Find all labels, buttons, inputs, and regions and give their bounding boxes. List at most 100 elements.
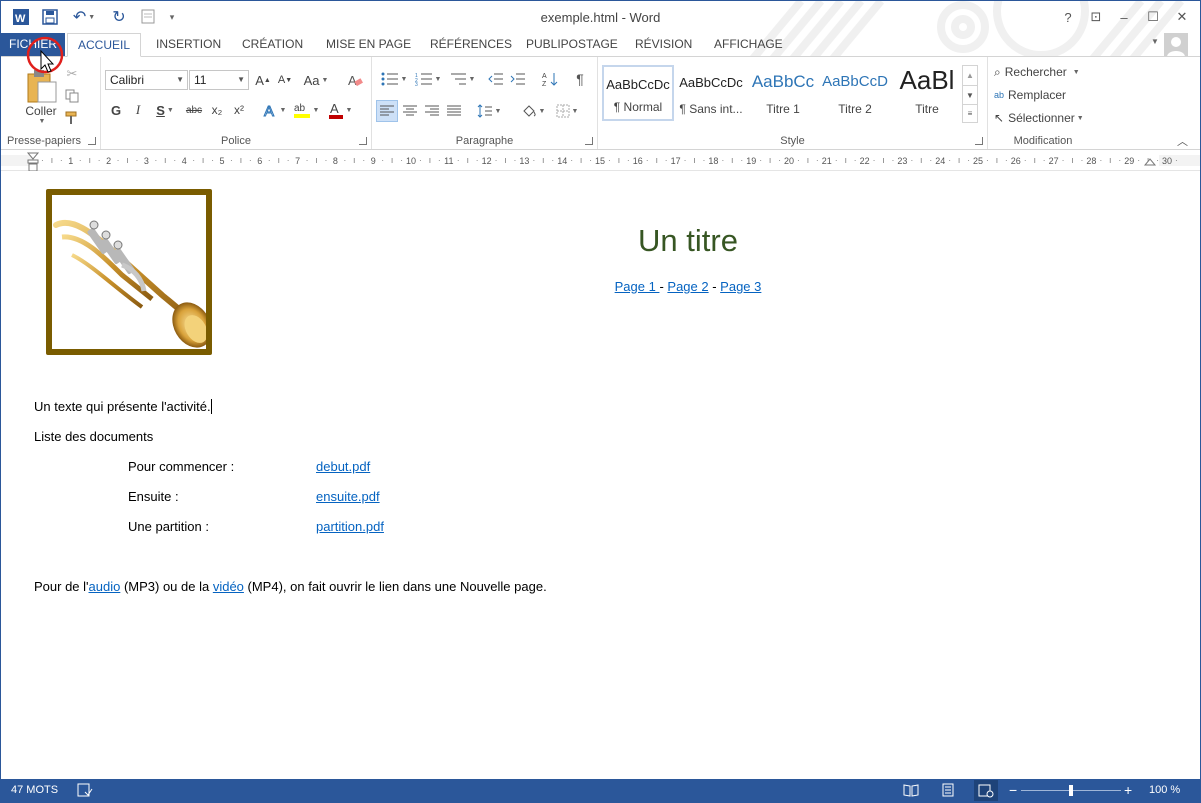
style-normal[interactable]: AaBbCcDc ¶ Normal bbox=[602, 65, 674, 121]
read-mode-icon[interactable] bbox=[903, 783, 919, 798]
decrease-indent-icon[interactable] bbox=[486, 69, 506, 89]
web-layout-button[interactable] bbox=[974, 780, 998, 801]
styles-dialog-launcher[interactable] bbox=[975, 137, 983, 145]
numbering-button[interactable]: 1 2 3 ▼ bbox=[412, 69, 444, 89]
link-page-2[interactable]: Page 2 bbox=[667, 279, 708, 294]
align-right-icon[interactable] bbox=[422, 101, 442, 121]
align-left-button[interactable] bbox=[376, 100, 398, 122]
tab-affichage[interactable]: AFFICHAGE bbox=[704, 33, 793, 57]
borders-button[interactable]: ▼ bbox=[552, 101, 582, 121]
ribbon-display-options-button[interactable]: ⊡ bbox=[1085, 7, 1107, 27]
link-page-3[interactable]: Page 3 bbox=[720, 279, 761, 294]
tab-publipostage[interactable]: PUBLIPOSTAGE bbox=[516, 33, 628, 57]
zoom-level[interactable]: 100 % bbox=[1149, 779, 1180, 802]
word-window: W ↶ ▼ ↻ ▾ exemple.html - Word ? ⊡ – ☐ ✕ F… bbox=[0, 0, 1201, 803]
font-group-label: Police bbox=[221, 135, 251, 147]
tab-references[interactable]: RÉFÉRENCES bbox=[420, 33, 522, 57]
change-case-button[interactable]: Aa ▼ bbox=[301, 70, 331, 90]
copy-icon[interactable] bbox=[63, 87, 81, 105]
font-family-select[interactable]: Calibri ▼ bbox=[105, 70, 188, 90]
zoom-out-icon[interactable]: − bbox=[1009, 779, 1017, 802]
multilevel-list-button[interactable]: ▼ bbox=[446, 69, 478, 89]
find-button[interactable]: ⌕ Rechercher ▼ bbox=[994, 62, 1080, 82]
group-styles: AaBbCcDc ¶ Normal AaBbCcDc ¶ Sans int...… bbox=[598, 57, 988, 149]
paragraph-dialog-launcher[interactable] bbox=[585, 137, 593, 145]
nav-separator: - bbox=[708, 279, 721, 294]
zoom-slider-thumb[interactable] bbox=[1069, 785, 1073, 796]
font-color-button[interactable]: A ▼ bbox=[325, 100, 355, 120]
style-titre[interactable]: AaBl Titre bbox=[891, 65, 963, 121]
paste-label: Coller bbox=[25, 103, 57, 118]
tab-accueil[interactable]: ACCUEIL bbox=[67, 33, 142, 57]
bullets-button[interactable]: ▼ bbox=[378, 69, 410, 89]
font-size-select[interactable]: 11 ▼ bbox=[189, 70, 249, 90]
horizontal-ruler[interactable]: 1 2 3 4 5 6 7 8 9 10 11 12 13 14 15 16 17 18 19 20 21 22 23 24 2… bbox=[1, 151, 1200, 171]
format-painter-icon[interactable] bbox=[63, 109, 81, 127]
styles-scroll-down-icon[interactable]: ▼ bbox=[963, 85, 977, 104]
sort-icon[interactable]: AZ bbox=[540, 69, 560, 89]
line-spacing-button[interactable]: ▼ bbox=[474, 101, 504, 121]
link-partition-pdf[interactable]: partition.pdf bbox=[316, 519, 384, 534]
style-titre-1[interactable]: AaBbCc Titre 1 bbox=[747, 65, 819, 121]
style-no-spacing[interactable]: AaBbCcDc ¶ Sans int... bbox=[675, 65, 747, 121]
link-video[interactable]: vidéo bbox=[213, 579, 244, 594]
shading-button[interactable]: ▼ bbox=[518, 101, 548, 121]
mouse-pointer-icon bbox=[40, 49, 55, 73]
justify-icon[interactable] bbox=[444, 101, 464, 121]
maximize-button[interactable]: ☐ bbox=[1142, 7, 1164, 27]
underline-label: S bbox=[156, 102, 165, 118]
link-page-1[interactable]: Page 1 bbox=[615, 279, 660, 294]
media-text: (MP3) ou de la bbox=[120, 579, 213, 594]
strikethrough-button[interactable]: abc bbox=[183, 100, 205, 120]
increase-indent-icon[interactable] bbox=[508, 69, 528, 89]
clipboard-group-label: Presse-papiers bbox=[7, 135, 81, 147]
superscript-button[interactable]: x² bbox=[229, 100, 249, 120]
shrink-font-button[interactable]: A ▼ bbox=[275, 70, 295, 90]
link-audio[interactable]: audio bbox=[89, 579, 121, 594]
close-button[interactable]: ✕ bbox=[1171, 7, 1193, 27]
text-effects-button[interactable]: A ▼ bbox=[259, 100, 289, 120]
tab-creation[interactable]: CRÉATION bbox=[232, 33, 313, 57]
italic-button[interactable]: I bbox=[129, 100, 147, 120]
tab-revision[interactable]: RÉVISION bbox=[625, 33, 702, 57]
font-dialog-launcher[interactable] bbox=[359, 137, 367, 145]
tab-insertion[interactable]: INSERTION bbox=[146, 33, 231, 57]
ruler-number: 22 bbox=[860, 156, 870, 166]
print-layout-icon[interactable] bbox=[941, 783, 955, 798]
trumpet-image[interactable] bbox=[46, 189, 212, 355]
document-label: Une partition : bbox=[128, 519, 209, 534]
collapse-ribbon-icon[interactable]: ︿ bbox=[1177, 133, 1188, 149]
link-ensuite-pdf[interactable]: ensuite.pdf bbox=[316, 489, 380, 504]
link-debut-pdf[interactable]: debut.pdf bbox=[316, 459, 370, 474]
clear-formatting-icon[interactable]: A bbox=[345, 70, 365, 90]
align-center-icon[interactable] bbox=[400, 101, 420, 121]
grow-font-button[interactable]: A ▲ bbox=[253, 70, 273, 90]
style-titre-2[interactable]: AaBbCcD Titre 2 bbox=[819, 65, 891, 121]
clipboard-dialog-launcher[interactable] bbox=[88, 137, 96, 145]
styles-group-label: Style bbox=[780, 135, 805, 147]
ruler-number: 2 bbox=[106, 156, 111, 166]
highlight-button[interactable]: ab ▼ bbox=[291, 100, 321, 120]
bold-button[interactable]: G bbox=[107, 100, 125, 120]
document-label: Ensuite : bbox=[128, 489, 179, 504]
replace-button[interactable]: ab Remplacer bbox=[994, 85, 1066, 105]
svg-text:A: A bbox=[330, 101, 339, 116]
page-navigation: Page 1 - Page 2 - Page 3 bbox=[488, 279, 888, 294]
select-button[interactable]: ↖ Sélectionner ▼ bbox=[994, 108, 1084, 128]
minimize-button[interactable]: – bbox=[1113, 7, 1135, 27]
subscript-button[interactable]: x₂ bbox=[207, 100, 227, 120]
group-paragraph: ▼ 1 2 3 ▼ ▼ AZ ¶ ▼ ▼ ▼ Paragraphe bbox=[372, 57, 598, 149]
show-formatting-marks-button[interactable]: ¶ bbox=[570, 69, 590, 89]
proofing-icon[interactable] bbox=[77, 783, 93, 798]
media-text: (MP4), on fait ouvrir le lien dans une N… bbox=[243, 579, 547, 594]
tab-mise-en-page[interactable]: MISE EN PAGE bbox=[316, 33, 421, 57]
document-page[interactable]: Un titre Page 1 - Page 2 - Page 3 Un tex… bbox=[1, 171, 1200, 779]
zoom-in-icon[interactable]: + bbox=[1124, 779, 1132, 802]
word-count[interactable]: 47 MOTS bbox=[11, 779, 58, 802]
styles-scroll-up-icon[interactable]: ▲ bbox=[963, 66, 977, 85]
account-dropdown-icon[interactable]: ▼ bbox=[1151, 37, 1159, 46]
underline-button[interactable]: S ▼ bbox=[151, 100, 179, 120]
account-avatar[interactable] bbox=[1164, 33, 1188, 57]
help-button[interactable]: ? bbox=[1057, 7, 1079, 27]
styles-more-icon[interactable]: ≡ bbox=[963, 104, 977, 122]
